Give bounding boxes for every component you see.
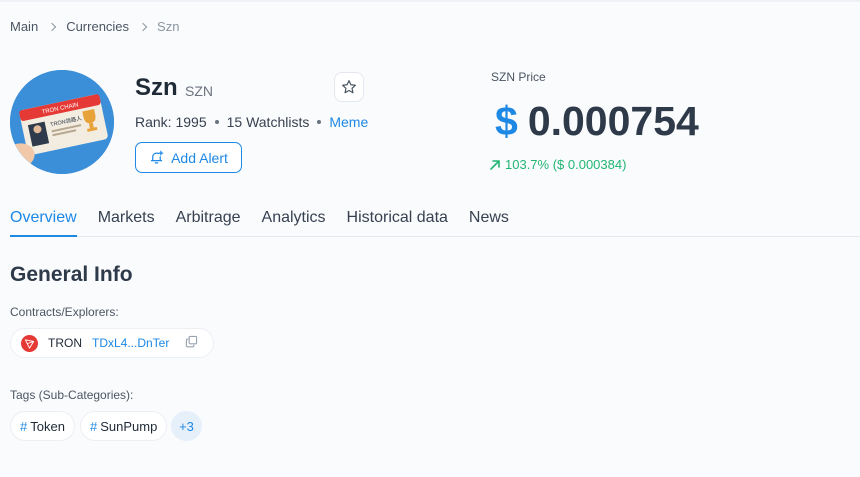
dot-separator bbox=[317, 120, 322, 124]
add-alert-label: Add Alert bbox=[171, 149, 228, 166]
tag-label: SunPump bbox=[100, 418, 158, 434]
chevron-right-icon bbox=[47, 22, 57, 31]
tab-historical-data[interactable]: Historical data bbox=[347, 204, 448, 236]
star-icon bbox=[342, 80, 356, 94]
arrow-up-right-icon bbox=[490, 159, 500, 170]
tab-overview[interactable]: Overview bbox=[10, 204, 77, 237]
tag-label: Token bbox=[30, 418, 65, 434]
hash-icon: # bbox=[90, 418, 98, 434]
coin-symbol: SZN bbox=[185, 83, 213, 99]
coin-name: Szn bbox=[135, 74, 178, 101]
price-change: 103.7% ($ 0.000384) bbox=[489, 157, 626, 172]
contract-chain: TRON bbox=[48, 336, 82, 350]
coin-rank: Rank: 1995 bbox=[135, 114, 207, 130]
price-label: SZN Price bbox=[491, 70, 546, 84]
more-tags-button[interactable]: +3 bbox=[171, 411, 202, 441]
coin-avatar: TRON CHAIN TRON领路人 bbox=[10, 70, 114, 174]
price-value: $ 0.000754 bbox=[495, 98, 699, 145]
copy-icon[interactable] bbox=[185, 335, 198, 351]
coin-watchlists: 15 Watchlists bbox=[226, 114, 310, 130]
tab-news[interactable]: News bbox=[469, 204, 509, 236]
hash-icon: # bbox=[20, 418, 28, 434]
tron-logo-icon bbox=[21, 334, 38, 352]
breadcrumb-currencies[interactable]: Currencies bbox=[66, 19, 129, 34]
tab-arbitrage[interactable]: Arbitrage bbox=[176, 204, 241, 236]
watchlist-star-button[interactable] bbox=[334, 72, 364, 102]
tab-markets[interactable]: Markets bbox=[98, 204, 155, 236]
chevron-right-icon bbox=[138, 22, 148, 31]
breadcrumb: Main Currencies Szn bbox=[10, 19, 179, 34]
section-title: General Info bbox=[10, 263, 133, 286]
top-border bbox=[0, 0, 860, 2]
tags-label: Tags (Sub-Categories): bbox=[10, 388, 134, 402]
dot-separator bbox=[214, 120, 219, 124]
tag-token[interactable]: # Token bbox=[10, 411, 75, 441]
price-change-text: 103.7% ($ 0.000384) bbox=[505, 157, 627, 172]
tab-bar: Overview Markets Arbitrage Analytics His… bbox=[10, 204, 860, 237]
price-currency: $ bbox=[495, 98, 518, 144]
tab-analytics[interactable]: Analytics bbox=[262, 204, 326, 236]
coin-meta-row: Rank: 1995 15 Watchlists Meme bbox=[135, 114, 368, 130]
coin-category-link[interactable]: Meme bbox=[329, 114, 368, 130]
contracts-label: Contracts/Explorers: bbox=[10, 305, 119, 319]
bell-plus-icon bbox=[150, 150, 164, 164]
tag-sunpump[interactable]: # SunPump bbox=[80, 411, 168, 441]
add-alert-button[interactable]: Add Alert bbox=[135, 142, 242, 173]
contract-pill: TRON TDxL4...DnTer bbox=[10, 328, 214, 358]
contract-address-link[interactable]: TDxL4...DnTer bbox=[92, 336, 169, 350]
breadcrumb-current: Szn bbox=[157, 19, 180, 34]
breadcrumb-main[interactable]: Main bbox=[10, 19, 38, 34]
price-amount: 0.000754 bbox=[527, 98, 699, 144]
